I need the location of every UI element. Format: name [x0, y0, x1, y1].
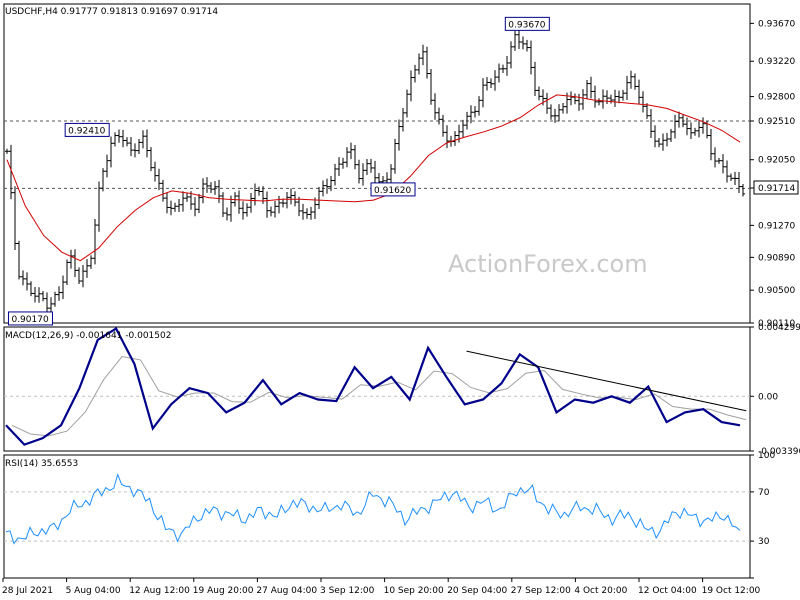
- price-tick-label: 0.93220: [758, 57, 795, 67]
- moving-average-line: [6, 94, 741, 262]
- rsi-label: RSI(14) 35.6553: [5, 459, 78, 469]
- macd-tick-label: 0.004299: [758, 323, 800, 333]
- time-tick-label: 27 Sep 12:00: [511, 586, 571, 596]
- price-tick-label: 0.90500: [758, 286, 795, 296]
- rsi-tick-label: 70: [758, 488, 770, 498]
- time-tick-label: 27 Aug 04:00: [256, 586, 317, 596]
- rsi-tick-label: 100: [758, 451, 775, 461]
- time-tick-label: 5 Aug 04:00: [66, 586, 121, 596]
- chart-header: USDCHF,H4 0.91777 0.91813 0.91697 0.9171…: [5, 7, 218, 17]
- panel-frame: [3, 454, 751, 579]
- macd-trendline: [466, 350, 747, 412]
- price-tick-label: 0.91270: [758, 221, 795, 231]
- time-tick-label: 4 Oct 20:00: [574, 586, 627, 596]
- price-tick-label: 0.92050: [758, 156, 795, 166]
- rsi-line: [5, 473, 741, 545]
- price-panel: ActionForex.com 0.93670 0.93220 0.92800 0.9…: [4, 16, 799, 329]
- price-callout-label: 0.93670: [508, 20, 545, 30]
- rsi-tick-label: 30: [758, 537, 770, 547]
- macd-tick-label: 0.00: [758, 392, 778, 402]
- time-tick-label: 19 Oct 12:00: [702, 586, 761, 596]
- price-tick-label: 0.93670: [758, 19, 795, 29]
- forex-chart: ActionForex.com 0.93670 0.93220 0.92800 0.9…: [2, 3, 800, 596]
- rsi-panel: 100 70 30: [4, 451, 775, 579]
- time-tick-label: 20 Sep 04:00: [447, 586, 507, 596]
- time-tick-label: 19 Aug 20:00: [193, 586, 254, 596]
- price-callout-label: 0.91620: [374, 186, 411, 196]
- price-tick-label: 0.90890: [758, 253, 795, 263]
- macd-label: MACD(12,26,9) -0.001641 -0.001502: [5, 331, 171, 341]
- price-callout-label: 0.90170: [11, 315, 48, 325]
- panel-frame: [3, 326, 751, 452]
- price-tick-label: 0.92510: [758, 117, 795, 127]
- time-tick-label: 28 Jul 2021: [2, 586, 53, 596]
- price-tick-label: 0.91714: [758, 184, 795, 194]
- price-callout-label: 0.92410: [68, 126, 105, 136]
- macd-main-line: [5, 327, 741, 446]
- time-tick-label: 12 Oct 04:00: [638, 586, 697, 596]
- time-tick-label: 12 Aug 12:00: [129, 586, 190, 596]
- time-axis: 28 Jul 2021 5 Aug 04:00 12 Aug 12:00 19 Aug…: [2, 578, 761, 596]
- macd-panel: 0.0042990.00-0.003396: [4, 323, 800, 457]
- time-tick-label: 3 Sep 12:00: [320, 586, 375, 596]
- watermark: ActionForex.com: [448, 250, 648, 278]
- price-tick-label: 0.92800: [758, 93, 795, 103]
- time-tick-label: 10 Sep 20:00: [384, 586, 444, 596]
